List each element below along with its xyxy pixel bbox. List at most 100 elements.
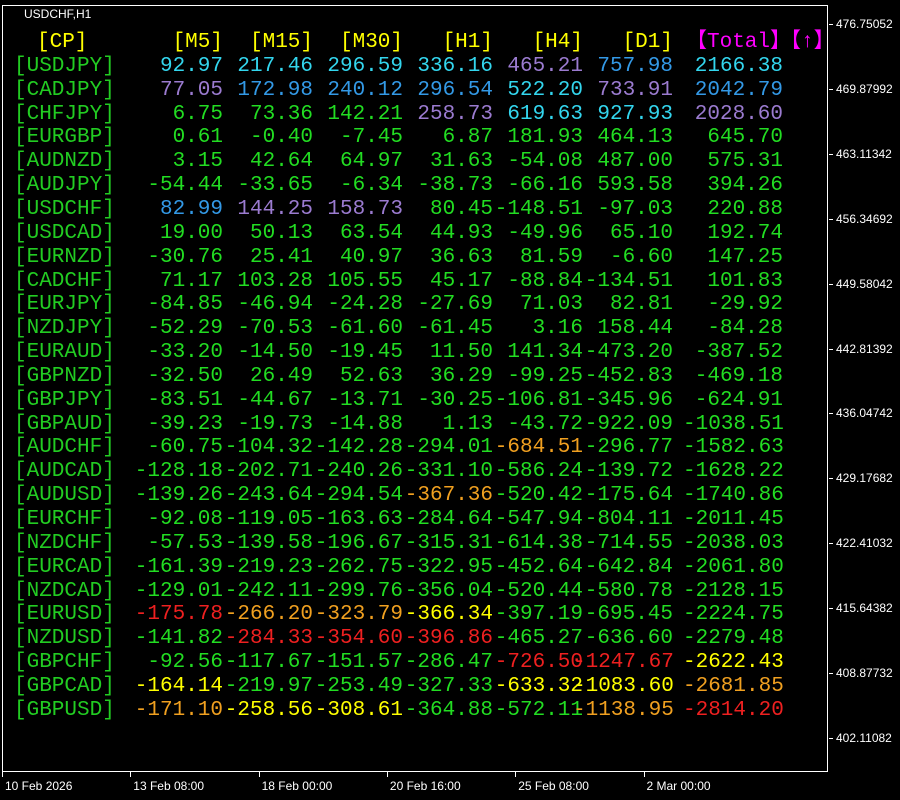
- pair-label: [EURJPY]: [14, 293, 115, 317]
- strength-value: -520.44: [494, 579, 583, 603]
- total-value: -2279.48: [683, 627, 784, 651]
- strength-value: -452.64: [494, 555, 583, 579]
- strength-value: -128.18: [134, 460, 223, 484]
- strength-value: -19.73: [237, 412, 313, 436]
- strength-value: -633.32: [494, 674, 583, 698]
- pair-label: [NZDCHF]: [14, 531, 115, 555]
- strength-value: 44.93: [429, 221, 493, 245]
- pair-label: [GBPAUD]: [14, 412, 115, 436]
- strength-value: -219.97: [224, 674, 313, 698]
- price-label: 402.11082: [836, 730, 892, 745]
- strength-value: -308.61: [314, 698, 403, 722]
- strength-value: 733.91: [597, 78, 673, 102]
- strength-value: 927.93: [597, 102, 673, 126]
- price-tick: [829, 673, 833, 674]
- strength-value: 336.16: [417, 54, 493, 78]
- time-label: 25 Feb 08:00: [518, 779, 589, 793]
- total-value: 2028.60: [694, 102, 783, 126]
- strength-value: 172.98: [237, 78, 313, 102]
- strength-value: 36.29: [429, 364, 493, 388]
- strength-value: 11.50: [429, 341, 493, 365]
- strength-value: 142.21: [327, 102, 403, 126]
- strength-value: -60.75: [147, 436, 223, 460]
- strength-value: -202.71: [224, 460, 313, 484]
- price-label: 436.04742: [836, 406, 893, 421]
- header-cp: [CP]: [37, 31, 88, 54]
- strength-value: -106.81: [494, 388, 583, 412]
- strength-value: -134.51: [584, 269, 673, 293]
- strength-value: -27.69: [417, 293, 493, 317]
- strength-value: -315.31: [404, 531, 493, 555]
- header-sort-arrow: 【↑】: [780, 31, 835, 54]
- strength-value: 487.00: [597, 150, 673, 174]
- strength-value: 0.61: [172, 126, 223, 150]
- total-value: -1628.22: [683, 460, 784, 484]
- strength-value: -139.26: [134, 484, 223, 508]
- pair-label: [EURNZD]: [14, 245, 115, 269]
- price-label: 442.81392: [836, 341, 893, 356]
- strength-value: -396.86: [404, 627, 493, 651]
- header-h1: [H1]: [442, 31, 493, 54]
- price-tick: [829, 413, 833, 415]
- total-value: -2011.45: [683, 508, 784, 531]
- strength-value: 1.13: [442, 412, 493, 436]
- pair-label: [CADJPY]: [14, 78, 115, 102]
- strength-value: -129.01: [134, 579, 223, 603]
- strength-value: 71.03: [519, 293, 583, 317]
- time-label: 20 Feb 16:00: [389, 779, 461, 793]
- strength-value: 464.13: [597, 126, 673, 150]
- strength-value: -296.77: [584, 436, 673, 460]
- price-tick: [829, 218, 833, 220]
- total-value: -2128.15: [683, 579, 784, 603]
- price-label: 456.34692: [836, 211, 893, 226]
- strength-value: -99.25: [507, 364, 583, 388]
- strength-value: -44.67: [237, 388, 313, 412]
- strength-value: 141.34: [507, 341, 583, 365]
- strength-value: 63.54: [339, 221, 403, 245]
- pair-label: [GBPCAD]: [14, 674, 115, 698]
- strength-value: -92.08: [147, 508, 223, 531]
- strength-value: -345.96: [584, 388, 673, 412]
- strength-value: -97.03: [597, 197, 673, 221]
- total-value: 394.26: [707, 174, 783, 198]
- strength-value: -163.63: [314, 508, 403, 531]
- strength-value: -1083.60: [573, 674, 674, 698]
- total-value: -469.18: [694, 364, 783, 388]
- strength-value: -32.50: [147, 364, 223, 388]
- strength-value: -636.60: [584, 627, 673, 651]
- pair-label: [NZDJPY]: [14, 317, 115, 341]
- pair-label: [NZDCAD]: [14, 579, 115, 603]
- strength-value: 82.81: [609, 293, 673, 317]
- strength-value: -1247.67: [573, 651, 674, 675]
- strength-value: -219.23: [224, 555, 313, 579]
- strength-value: -54.44: [147, 174, 223, 198]
- total-value: 147.25: [707, 245, 783, 269]
- strength-value: -547.94: [494, 508, 583, 531]
- strength-value: 6.75: [172, 102, 223, 126]
- pair-label: [AUDJPY]: [14, 174, 115, 198]
- strength-value: -33.65: [237, 174, 313, 198]
- total-value: -2681.85: [683, 674, 784, 698]
- time-label: 2 Mar 00:00: [646, 779, 711, 793]
- total-value: -1582.63: [683, 436, 784, 460]
- header-m5: [M5]: [172, 31, 223, 54]
- pair-label: [CHFJPY]: [14, 102, 115, 126]
- header-m30: [M30]: [339, 31, 403, 54]
- strength-value: -266.20: [224, 603, 313, 627]
- strength-value: -175.64: [584, 484, 673, 508]
- total-value: 2166.38: [694, 54, 783, 78]
- strength-value: -714.55: [584, 531, 673, 555]
- strength-value: -0.40: [249, 126, 313, 150]
- strength-value: -119.05: [224, 508, 313, 531]
- strength-value: -253.49: [314, 674, 403, 698]
- pair-label: [AUDCAD]: [14, 460, 115, 484]
- pair-label: [GBPUSD]: [14, 698, 115, 722]
- strength-value: 105.55: [327, 269, 403, 293]
- strength-value: -473.20: [584, 341, 673, 365]
- strength-value: 73.36: [249, 102, 313, 126]
- strength-value: -364.88: [404, 698, 493, 722]
- pair-label: [EURUSD]: [14, 603, 115, 627]
- strength-value: 19.00: [159, 221, 223, 245]
- strength-value: -92.56: [147, 651, 223, 675]
- strength-value: -684.51: [494, 436, 583, 460]
